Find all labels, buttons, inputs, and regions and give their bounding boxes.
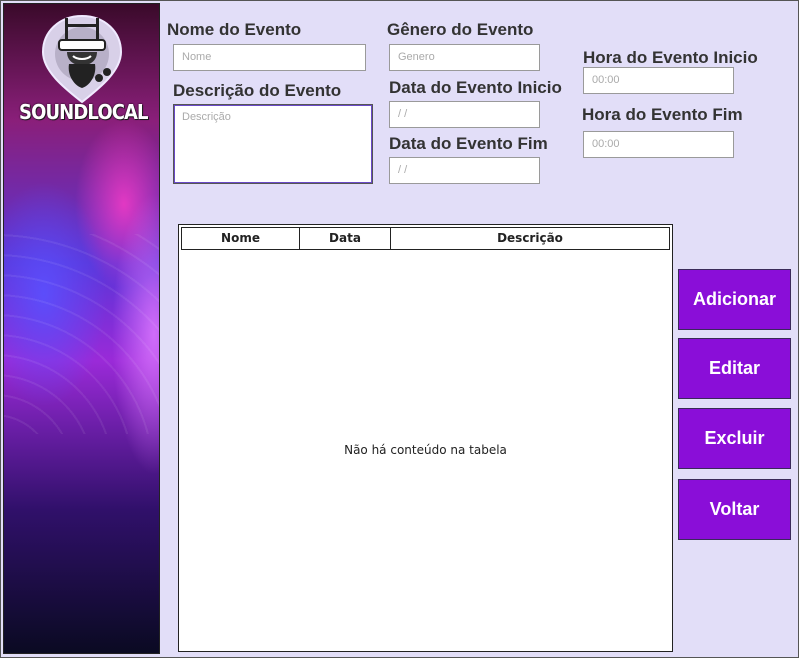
descricao-label: Descrição do Evento: [173, 81, 342, 100]
add-button[interactable]: Adicionar: [678, 269, 791, 330]
table-empty-message: Não há conteúdo na tabela: [344, 443, 507, 457]
column-header-descricao[interactable]: Descrição: [391, 228, 669, 249]
data-fim-input[interactable]: / /: [389, 157, 540, 184]
column-header-data[interactable]: Data: [300, 228, 391, 249]
edit-button[interactable]: Editar: [678, 338, 791, 399]
events-table[interactable]: Nome Data Descrição Não há conteúdo na t…: [178, 224, 673, 652]
delete-button[interactable]: Excluir: [678, 408, 791, 469]
data-inicio-label: Data do Evento Inicio: [389, 78, 562, 97]
hora-fim-input[interactable]: 00:00: [583, 131, 734, 158]
genero-label: Gênero do Evento: [387, 20, 534, 39]
data-inicio-input[interactable]: / /: [389, 101, 540, 128]
back-button[interactable]: Voltar: [678, 479, 791, 540]
table-header: Nome Data Descrição: [181, 227, 670, 250]
data-fim-label: Data do Evento Fim: [389, 134, 548, 153]
event-window: SOUNDLOCAL Nome do Evento Nome Descrição…: [0, 0, 799, 658]
hora-fim-label: Hora do Evento Fim: [582, 105, 743, 124]
nome-label: Nome do Evento: [167, 20, 302, 39]
descricao-textarea[interactable]: Descrição: [173, 104, 373, 184]
headphone-pin-logo-icon: [41, 14, 123, 104]
hora-inicio-input[interactable]: 00:00: [583, 67, 734, 94]
sidebar-glow: [4, 234, 159, 434]
hora-inicio-label: Hora do Evento Inicio: [583, 48, 758, 67]
sidebar-banner: SOUNDLOCAL: [3, 3, 160, 654]
nome-input[interactable]: Nome: [173, 44, 366, 71]
genero-input[interactable]: Genero: [389, 44, 540, 71]
column-header-nome[interactable]: Nome: [182, 228, 300, 249]
brand-name: SOUNDLOCAL: [19, 100, 149, 124]
